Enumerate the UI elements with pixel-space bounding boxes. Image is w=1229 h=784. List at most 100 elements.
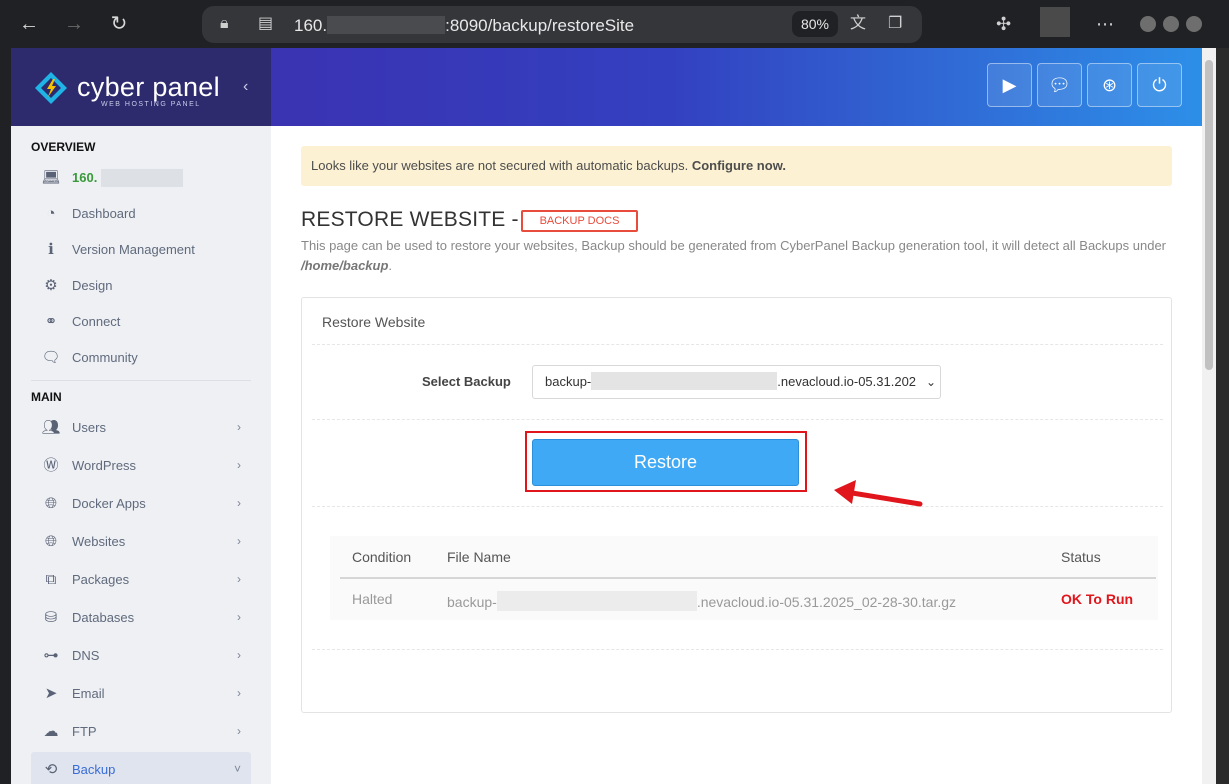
lock-icon[interactable]: 🔒︎ bbox=[220, 15, 229, 33]
gear-icon: ⚙ bbox=[44, 277, 58, 294]
globe-icon: 🌐︎ bbox=[44, 533, 57, 550]
cyberpanel-logo-icon bbox=[35, 72, 67, 104]
chevron-down-icon: ⌄ bbox=[923, 366, 936, 398]
info-icon: ℹ bbox=[48, 241, 54, 258]
table-header-divider bbox=[340, 577, 1156, 579]
chevron-right-icon: › bbox=[237, 458, 241, 472]
sidebar-item-databases[interactable]: ⛁ Databases › bbox=[31, 600, 251, 636]
sidebar-item-docker-apps[interactable]: 🌐︎ Docker Apps › bbox=[31, 486, 251, 522]
chevron-right-icon: › bbox=[237, 610, 241, 624]
minimize-button[interactable] bbox=[1140, 16, 1156, 32]
sidebar-item-version-management[interactable]: ℹ Version Management bbox=[31, 232, 251, 268]
url-text[interactable]: 160.:8090/backup/restoreSite bbox=[294, 16, 634, 35]
chevron-right-icon: › bbox=[237, 534, 241, 548]
dashboard-icon: ◔ bbox=[46, 205, 56, 222]
sidebar-item-connect[interactable]: ⚭ Connect bbox=[31, 304, 251, 340]
sidebar-item-dns[interactable]: ⊶ DNS › bbox=[31, 638, 251, 674]
reading-list-icon[interactable]: ❐ bbox=[888, 15, 902, 33]
support-button[interactable]: ⊛ bbox=[1087, 63, 1132, 107]
annotation-arrow-icon bbox=[834, 480, 923, 507]
chevron-right-icon: › bbox=[237, 648, 241, 662]
back-icon[interactable]: ← bbox=[15, 10, 43, 38]
maximize-button[interactable] bbox=[1163, 16, 1179, 32]
sidebar-item-dashboard[interactable]: ◔ Dashboard bbox=[31, 196, 251, 232]
profile-avatar[interactable] bbox=[1040, 7, 1070, 37]
laptop-icon: 💻︎ bbox=[41, 169, 61, 186]
table-cell-condition: Halted bbox=[352, 591, 393, 607]
backup-status-table: Condition File Name Status Halted backup… bbox=[330, 536, 1158, 620]
backup-warning-alert: Looks like your websites are not secured… bbox=[301, 146, 1172, 186]
globe-icon: 🌐︎ bbox=[44, 495, 57, 512]
reload-icon[interactable]: ↻ bbox=[105, 10, 133, 38]
chat-button[interactable]: 💬︎ bbox=[1037, 63, 1082, 107]
sidebar-item-community[interactable]: 🗨︎ Community bbox=[31, 340, 251, 376]
cubes-icon: ⧉ bbox=[45, 571, 57, 588]
page-title: RESTORE WEBSITE - bbox=[301, 208, 519, 231]
forward-icon[interactable]: → bbox=[60, 10, 88, 38]
chevron-right-icon: › bbox=[237, 572, 241, 586]
backup-icon: ⟲ bbox=[44, 761, 58, 778]
top-header: cyber panel WEB HOSTING PANEL ‹ ▶ 💬︎ ⊛ ⏻ bbox=[11, 48, 1202, 126]
brand: cyber panel WEB HOSTING PANEL ‹ bbox=[11, 48, 271, 126]
youtube-button[interactable]: ▶ bbox=[987, 63, 1032, 107]
divider bbox=[312, 506, 1163, 507]
redacted-ip bbox=[327, 16, 446, 34]
sitemap-icon: ⊶ bbox=[43, 647, 59, 664]
wordpress-icon: Ⓦ bbox=[43, 457, 59, 474]
power-icon: ⏻ bbox=[1152, 75, 1167, 95]
sidebar-item-websites[interactable]: 🌐︎ Websites › bbox=[31, 524, 251, 560]
database-icon: ⛁ bbox=[44, 609, 58, 626]
cloud-upload-icon: ☁ bbox=[43, 723, 59, 740]
chat-icon: 💬︎ bbox=[1048, 75, 1071, 95]
redacted-domain bbox=[591, 372, 778, 390]
backup-select[interactable]: backup- .nevacloud.io-05.31.202 ⌄ bbox=[532, 365, 941, 399]
redacted-ip bbox=[101, 169, 183, 187]
divider bbox=[312, 344, 1163, 345]
paper-plane-icon: ➤ bbox=[44, 685, 58, 702]
sidebar-item-packages[interactable]: ⧉ Packages › bbox=[31, 562, 251, 598]
configure-now-link[interactable]: Configure now. bbox=[692, 158, 786, 173]
divider bbox=[312, 419, 1163, 420]
users-icon: 👥︎ bbox=[41, 419, 61, 436]
close-window-button[interactable] bbox=[1186, 16, 1202, 32]
sidebar-item-backup[interactable]: ⟲ Backup ˅ bbox=[31, 752, 251, 784]
cyberpanel-app: cyber panel WEB HOSTING PANEL ‹ ▶ 💬︎ ⊛ ⏻… bbox=[11, 48, 1202, 784]
translate-icon[interactable]: 文 bbox=[850, 15, 866, 33]
sidebar-item-email[interactable]: ➤ Email › bbox=[31, 676, 251, 712]
brand-name: cyber panel bbox=[77, 72, 220, 102]
sidebar-item-server[interactable]: 💻︎ 160. bbox=[31, 160, 251, 196]
backup-docs-link[interactable]: BACKUP DOCS bbox=[521, 210, 638, 232]
chevron-right-icon: › bbox=[237, 496, 241, 510]
sidebar-item-wordpress[interactable]: Ⓦ WordPress › bbox=[31, 448, 251, 484]
chevron-right-icon: › bbox=[237, 724, 241, 738]
sidebar-item-design[interactable]: ⚙ Design bbox=[31, 268, 251, 304]
sidebar: OVERVIEW 💻︎ 160. ◔ Dashboard ℹ Version M… bbox=[11, 126, 271, 784]
table-header-condition: Condition bbox=[352, 549, 412, 565]
site-info-icon[interactable]: ▤ bbox=[258, 15, 273, 33]
redacted-domain bbox=[496, 591, 697, 611]
address-bar[interactable]: 🔒︎ ▤ 160.:8090/backup/restoreSite 80% 文 … bbox=[202, 6, 922, 43]
more-menu-icon[interactable]: ⋯ bbox=[1096, 12, 1114, 36]
browser-toolbar: ← → ↻ 🔒︎ ▤ 160.:8090/backup/restoreSite … bbox=[0, 0, 1229, 48]
chevron-right-icon: › bbox=[237, 420, 241, 434]
link-icon: ⚭ bbox=[44, 313, 58, 330]
table-header-status: Status bbox=[1061, 549, 1101, 565]
chevron-right-icon: › bbox=[237, 686, 241, 700]
table-header-file-name: File Name bbox=[447, 549, 511, 565]
card-title: Restore Website bbox=[322, 314, 426, 330]
table-cell-status: OK To Run bbox=[1061, 591, 1134, 607]
sidebar-divider bbox=[31, 380, 251, 381]
power-button[interactable]: ⏻ bbox=[1137, 63, 1182, 107]
page-description: This page can be used to restore your we… bbox=[301, 238, 1167, 273]
restore-button[interactable]: Restore bbox=[532, 439, 799, 486]
sidebar-item-users[interactable]: 👥︎ Users › bbox=[31, 410, 251, 446]
collapse-sidebar-icon[interactable]: ‹ bbox=[243, 78, 248, 96]
sidebar-item-ftp[interactable]: ☁ FTP › bbox=[31, 714, 251, 750]
zoom-indicator[interactable]: 80% bbox=[792, 11, 838, 37]
select-backup-label: Select Backup bbox=[422, 374, 511, 389]
scrollbar-thumb[interactable] bbox=[1205, 60, 1213, 370]
main-heading: MAIN bbox=[31, 390, 62, 404]
support-icon: ⊛ bbox=[1101, 75, 1118, 95]
extensions-icon[interactable]: ✣ bbox=[996, 12, 1011, 36]
chevron-down-icon: ˅ bbox=[233, 762, 241, 776]
